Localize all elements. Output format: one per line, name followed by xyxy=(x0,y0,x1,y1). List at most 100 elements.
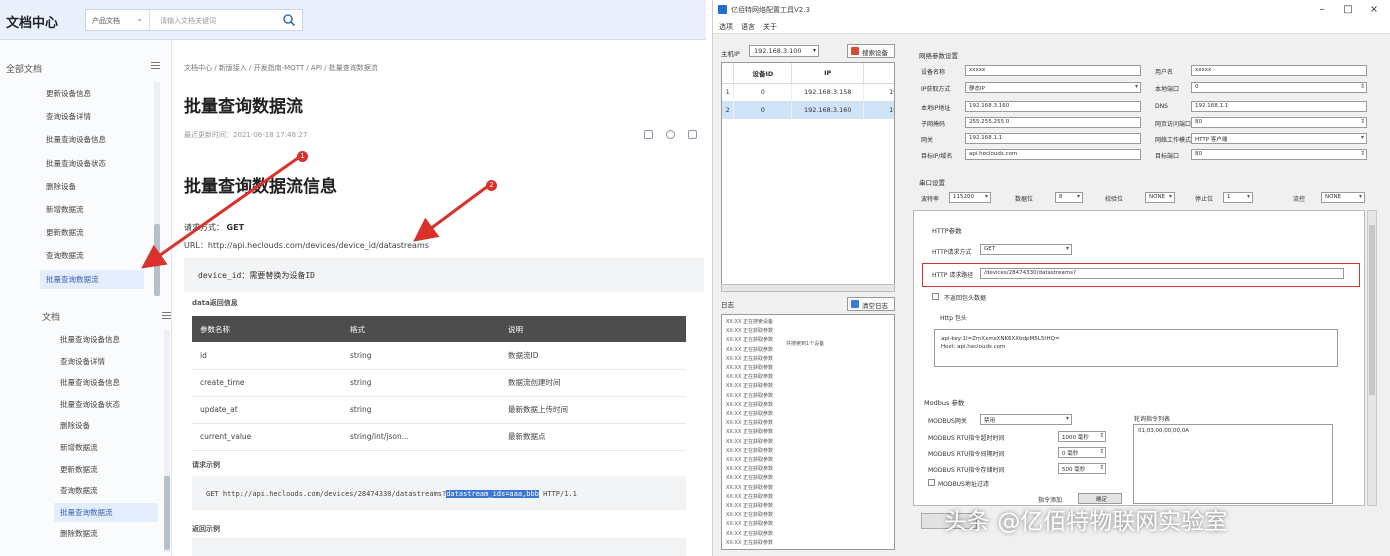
annotation-arrows xyxy=(141,156,489,269)
local-port-input[interactable]: 0 ⇕ xyxy=(1191,82,1367,93)
work-mode-label: 网络工作模式 xyxy=(1155,137,1192,144)
parity-label: 校验位 xyxy=(1105,196,1124,203)
work-mode-select[interactable]: HTTP 客户端 ▾ xyxy=(1191,133,1367,144)
target-port-input[interactable]: 80 ⇕ xyxy=(1191,149,1367,160)
device-name-input[interactable]: xxxxx xyxy=(965,65,1141,76)
doc-center-page: 文档中心 产品文档 ⌄ 请输入文档关键词 全部文档 更新设备信息 查询设备详情 批量… xyxy=(0,0,706,556)
host-ip-select[interactable]: 192.168.3.100 ▾ xyxy=(749,45,819,57)
parity-select[interactable]: NONE ▾ xyxy=(1145,192,1175,203)
dns-input[interactable]: 192.168.1.1 xyxy=(1191,101,1367,112)
modbus-filter-checkbox[interactable] xyxy=(928,479,935,486)
maximize-icon[interactable]: □ xyxy=(1341,3,1355,17)
clear-icon xyxy=(851,300,859,308)
log-note: 共搜索到1个设备 xyxy=(786,341,825,347)
ip-mode-label: IP获取方式 xyxy=(921,86,951,93)
modbus-command-list[interactable]: 01,03,00,00,00,0A xyxy=(1133,424,1333,504)
close-icon[interactable]: × xyxy=(1367,3,1381,17)
mask-input[interactable]: 255.255.255.0 xyxy=(965,117,1141,128)
log-line: XX:XX 正在获取参数 xyxy=(726,411,773,417)
http-path-input[interactable]: /devices/28474330/datastreams? xyxy=(980,268,1344,279)
spinner-icon[interactable]: ⇕ xyxy=(1360,118,1365,125)
menu-options[interactable]: 选项 xyxy=(719,22,733,32)
log-line: XX:XX 正在获取参数 xyxy=(726,447,773,454)
modbus-row-input[interactable]: 1000 毫秒 ⇕ xyxy=(1058,431,1106,442)
modbus-row-label: MODBUS RTU指令超时时间 xyxy=(928,435,1005,442)
chevron-down-icon: ▾ xyxy=(984,193,988,200)
modbus-row-input[interactable]: 500 毫秒 ⇕ xyxy=(1058,463,1106,474)
log-line: XX:XX 正在获取参数 xyxy=(726,493,773,500)
modbus-mode-value: 禁用 xyxy=(984,418,996,424)
stop-bits-value: 1 xyxy=(1227,194,1231,200)
target-label: 目标IP/域名 xyxy=(921,153,953,160)
local-ip-label: 本地IP地址 xyxy=(921,105,951,112)
spinner-icon[interactable]: ⇕ xyxy=(1099,432,1104,439)
log-line: XX:XX 正在获取参数 xyxy=(726,328,773,335)
baud-select[interactable]: 115200 ▾ xyxy=(949,192,991,203)
ip-mode-select[interactable]: 静态IP ▾ xyxy=(965,82,1141,93)
parity-value: NONE xyxy=(1149,194,1166,200)
local-ip-input[interactable]: 192.168.3.160 xyxy=(965,101,1141,112)
device-list: 设备IDIP网关 10192.168.3.158192.16820192.168… xyxy=(721,62,895,292)
spinner-icon[interactable]: ⇕ xyxy=(1099,448,1104,455)
modbus-row-input[interactable]: 0 毫秒 ⇕ xyxy=(1058,447,1106,458)
clear-log-label: 清空日志 xyxy=(862,302,888,310)
local-port-label: 本地端口 xyxy=(1155,86,1180,93)
spinner-icon[interactable]: ⇕ xyxy=(1360,150,1365,157)
log-line: XX:XX 正在获取参数 xyxy=(726,401,773,408)
device-list-header-cell xyxy=(722,63,735,84)
chevron-down-icon: ▾ xyxy=(1246,193,1250,200)
scroll-thumb[interactable] xyxy=(1369,225,1375,395)
modbus-mode-select[interactable]: 禁用 ▾ xyxy=(980,414,1072,425)
stop-bits-select[interactable]: 1 ▾ xyxy=(1223,192,1253,203)
ip-mode-value: 静态IP xyxy=(969,86,985,92)
menu-about[interactable]: 关于 xyxy=(763,22,777,32)
serial-group-label: 串口设置 xyxy=(919,179,945,187)
minimize-icon[interactable]: – xyxy=(1315,3,1329,17)
gateway-input[interactable]: 192.168.1.1 xyxy=(965,133,1141,144)
log-line: XX:XX 正在获取参数 xyxy=(726,503,773,509)
http-method-select[interactable]: GET ▾ xyxy=(980,244,1072,255)
modbus-row-value: 500 毫秒 xyxy=(1062,467,1086,473)
device-cell: 192.168.3.158 xyxy=(791,83,865,101)
chevron-down-icon: ▾ xyxy=(812,47,816,54)
log-line: XX:XX 正在获取参数 xyxy=(726,420,773,427)
modbus-command-item[interactable]: 01,03,00,00,00,0A xyxy=(1138,428,1189,434)
modbus-list-label: 轮询指令列表 xyxy=(1134,416,1171,423)
work-mode-value: HTTP 客户端 xyxy=(1195,137,1228,143)
user-input[interactable]: xxxxx xyxy=(1191,65,1367,76)
net-group-label: 网络参数设置 xyxy=(919,52,958,60)
headers-textarea[interactable]: api-key:1I=ZmXxmsXNK6XXbdpM5L5tHQ= Host: … xyxy=(934,329,1338,367)
log-line: XX:XX 正在获取参数 xyxy=(726,392,773,399)
chevron-down-icon: ▾ xyxy=(1065,415,1069,422)
search-device-label: 搜索设备 xyxy=(862,49,888,57)
no-header-checkbox[interactable] xyxy=(932,293,939,300)
local-port-value: 0 xyxy=(1195,84,1199,90)
device-row[interactable]: 10192.168.3.158192.168 xyxy=(722,83,894,101)
http-path-label: HTTP 请求路径 xyxy=(932,272,974,279)
log-line: XX:XX 正在获取参数 xyxy=(726,355,773,362)
device-list-header-cell: 设备ID xyxy=(733,63,793,84)
data-bits-select[interactable]: 8 ▾ xyxy=(1055,192,1083,203)
device-cell: 192.168.3.160 xyxy=(791,101,865,119)
search-device-button[interactable]: 搜索设备 xyxy=(847,44,895,58)
log-line: XX:XX 正在获取参数 xyxy=(726,484,773,491)
device-row[interactable]: 20192.168.3.160192.168 xyxy=(722,101,894,119)
log-line: XX:XX 正在获取参数 xyxy=(726,457,773,463)
menu-language[interactable]: 语言 xyxy=(741,22,755,32)
dns-label: DNS xyxy=(1155,103,1168,110)
mask-label: 子网掩码 xyxy=(921,121,946,128)
device-list-scrollbar[interactable] xyxy=(721,284,895,292)
clear-log-button[interactable]: 清空日志 xyxy=(847,297,895,311)
spinner-icon[interactable]: ⇕ xyxy=(1099,464,1104,471)
spinner-icon[interactable]: ⇕ xyxy=(1360,83,1365,90)
modbus-row-value: 1000 毫秒 xyxy=(1062,435,1089,441)
flow-control-select[interactable]: NONE ▾ xyxy=(1321,192,1365,203)
http-method-value: GET xyxy=(984,246,996,252)
device-cell: 0 xyxy=(733,101,793,119)
device-list-header-cell: IP xyxy=(791,63,865,84)
target-input[interactable]: api.heclouds.com xyxy=(965,149,1141,160)
menu-bar: 选项 语言 关于 xyxy=(713,20,1390,34)
remote-port-input[interactable]: 80 ⇕ xyxy=(1191,117,1367,128)
app-icon xyxy=(718,5,727,14)
http-panel-scrollbar[interactable] xyxy=(1367,210,1377,506)
